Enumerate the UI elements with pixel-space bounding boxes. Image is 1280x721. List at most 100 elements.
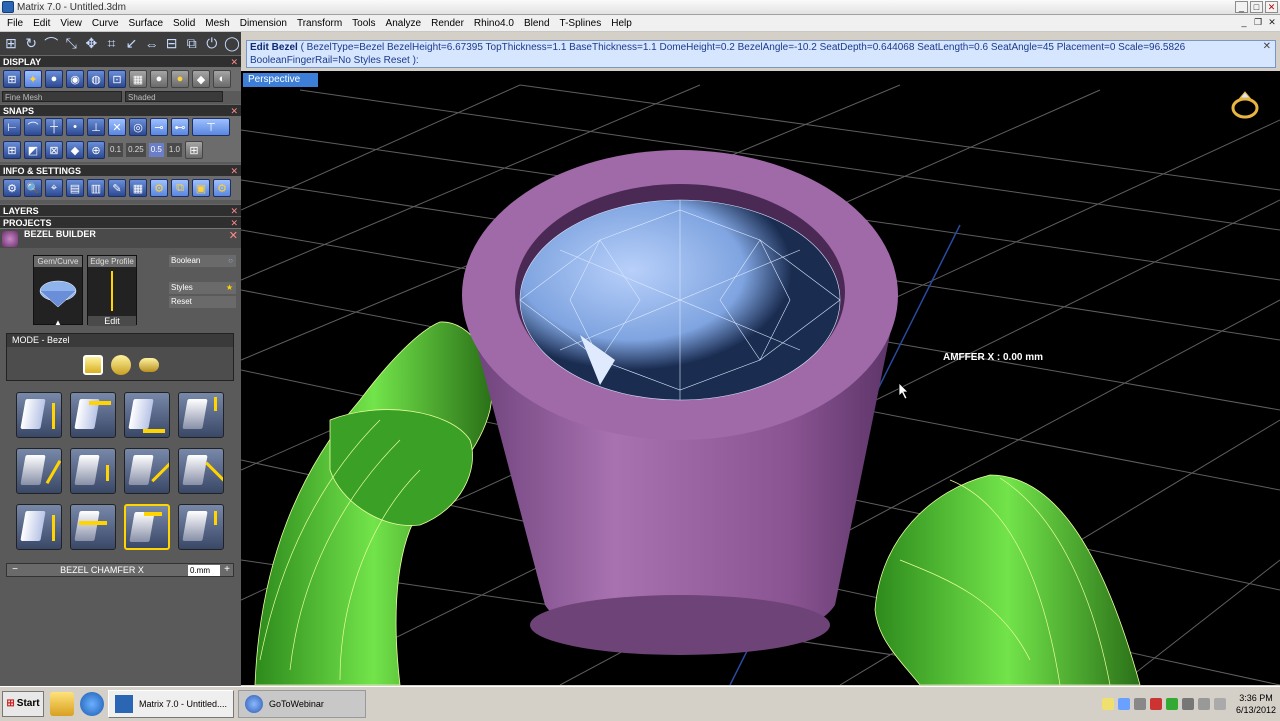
diamond-icon[interactable]: ◆ bbox=[192, 70, 210, 88]
close-icon[interactable]: ✕ bbox=[230, 165, 238, 177]
ring-navigator-icon[interactable] bbox=[1228, 88, 1262, 122]
snap-perp-icon[interactable]: ◎ bbox=[129, 118, 147, 136]
bezel-chamfer-tool[interactable] bbox=[124, 504, 170, 550]
styles-option[interactable]: Styles ★ bbox=[169, 282, 236, 294]
grid-icon[interactable]: ⊞ bbox=[3, 141, 21, 159]
measure-icon[interactable]: ⌖ bbox=[45, 179, 63, 197]
search-icon[interactable]: 🔍 bbox=[24, 179, 42, 197]
ruler-icon[interactable]: ▦ bbox=[129, 179, 147, 197]
chamfer-y-tool[interactable] bbox=[178, 504, 224, 550]
tray-s-icon[interactable] bbox=[1149, 698, 1162, 710]
minimize-button[interactable]: _ bbox=[1235, 1, 1248, 13]
snap-tan-icon[interactable]: ⊸ bbox=[150, 118, 168, 136]
gem-curve-thumb[interactable]: Gem/Curve ▲ bbox=[33, 255, 83, 327]
folder-icon[interactable] bbox=[50, 691, 74, 716]
tools-icon[interactable]: ⚙ bbox=[150, 179, 168, 197]
menu-help[interactable]: Help bbox=[606, 18, 637, 29]
placement-tool[interactable] bbox=[16, 504, 62, 550]
sphere-icon[interactable]: ● bbox=[45, 70, 63, 88]
tray-note-icon[interactable] bbox=[1101, 698, 1114, 710]
decrease-button[interactable]: − bbox=[9, 564, 21, 575]
close-icon[interactable]: ✕ bbox=[230, 105, 238, 117]
close-button[interactable]: ✕ bbox=[1265, 1, 1278, 13]
tray-device-icon[interactable] bbox=[1133, 698, 1146, 710]
move-icon[interactable]: ✥ bbox=[82, 34, 100, 54]
task-gotowebinar[interactable]: GoToWebinar bbox=[238, 689, 367, 718]
command-prompt[interactable]: Edit Bezel ( BezelType=Bezel BezelHeight… bbox=[246, 40, 1276, 68]
grid-toggle-icon[interactable]: ⊞ bbox=[184, 141, 203, 159]
mdi-close-button[interactable]: ✕ bbox=[1266, 17, 1278, 29]
mdi-restore-button[interactable]: ❐ bbox=[1252, 17, 1264, 29]
reset-option[interactable]: Reset bbox=[169, 296, 236, 308]
snap-cen-icon[interactable]: ⊥ bbox=[87, 118, 105, 136]
display-header[interactable]: DISPLAY ✕ bbox=[0, 55, 241, 67]
maximize-button[interactable]: □ bbox=[1250, 1, 1263, 13]
start-button[interactable]: ⊞ Start bbox=[2, 690, 44, 717]
task-matrix[interactable]: Matrix 7.0 - Untitled.... bbox=[108, 689, 235, 718]
snap-near-icon[interactable]: ⌒ bbox=[24, 118, 42, 136]
menu-surface[interactable]: Surface bbox=[124, 18, 168, 29]
mode-bezel-button[interactable] bbox=[83, 355, 103, 375]
tray-snow-icon[interactable] bbox=[1117, 698, 1130, 710]
viewport-title[interactable]: Perspective bbox=[243, 73, 318, 87]
align-icon[interactable]: ⊟ bbox=[163, 34, 181, 54]
menu-solid[interactable]: Solid bbox=[168, 18, 200, 29]
close-icon[interactable]: ✕ bbox=[230, 56, 238, 68]
snap-value-0-1[interactable]: 0.1 bbox=[108, 143, 124, 157]
snap-knot-icon[interactable]: ⊤ bbox=[192, 118, 230, 136]
dome-height-tool[interactable] bbox=[178, 392, 224, 438]
export-icon[interactable]: ⧉ bbox=[171, 179, 189, 197]
ortho-icon[interactable]: ⊠ bbox=[45, 141, 63, 159]
tray-shield-icon[interactable] bbox=[1165, 698, 1178, 710]
menu-analyze[interactable]: Analyze bbox=[381, 18, 427, 29]
mode-tube-button[interactable] bbox=[111, 355, 131, 375]
power-icon[interactable]: ⏻ bbox=[203, 34, 221, 54]
ghost-icon[interactable]: ⊡ bbox=[108, 70, 126, 88]
render-icon[interactable]: ◉ bbox=[66, 70, 84, 88]
scale-tool[interactable] bbox=[70, 504, 116, 550]
layers-header[interactable]: LAYERS ✕ bbox=[0, 204, 241, 216]
tray-network-icon[interactable] bbox=[1181, 698, 1194, 710]
tray-volume-icon[interactable] bbox=[1213, 698, 1226, 710]
projects-header[interactable]: PROJECTS ✕ bbox=[0, 216, 241, 228]
menu-mesh[interactable]: Mesh bbox=[200, 18, 234, 29]
snap-grid-icon[interactable]: ⌗ bbox=[102, 34, 120, 54]
units-icon[interactable]: ▤ bbox=[66, 179, 84, 197]
options-icon[interactable]: ⚙ bbox=[213, 179, 231, 197]
boolean-option[interactable]: Boolean ○ bbox=[169, 255, 236, 267]
shade-select[interactable]: Shaded bbox=[125, 91, 223, 102]
menu-curve[interactable]: Curve bbox=[87, 18, 124, 29]
bezel-height-tool[interactable] bbox=[16, 392, 62, 438]
select-icon[interactable]: ⊞ bbox=[2, 34, 20, 54]
top-thickness-tool[interactable] bbox=[70, 392, 116, 438]
tray-usb-icon[interactable] bbox=[1197, 698, 1210, 710]
mdi-minimize-button[interactable]: _ bbox=[1238, 17, 1250, 29]
seat-angle-tool[interactable] bbox=[178, 448, 224, 494]
snap-value-0-5[interactable]: 0.5 bbox=[148, 143, 164, 157]
menu-file[interactable]: File bbox=[2, 18, 28, 29]
mesh-select[interactable]: Fine Mesh bbox=[2, 91, 122, 102]
snap-value-1-0[interactable]: 1.0 bbox=[166, 143, 182, 157]
seat-length-tool[interactable] bbox=[124, 448, 170, 494]
browser-icon[interactable] bbox=[80, 691, 104, 716]
menu-rhino[interactable]: Rhino4.0 bbox=[469, 18, 519, 29]
edit-profile-button[interactable]: Edit bbox=[88, 316, 136, 326]
base-thickness-tool[interactable] bbox=[124, 392, 170, 438]
increase-button[interactable]: + bbox=[221, 564, 233, 575]
clock[interactable]: 3:36 PM 6/13/2012 bbox=[1236, 692, 1276, 716]
chamfer-value-input[interactable]: 0.mm bbox=[188, 565, 220, 576]
bezel-angle-tool[interactable] bbox=[16, 448, 62, 494]
circle-icon[interactable]: ◯ bbox=[223, 34, 241, 54]
pen-icon[interactable]: ✎ bbox=[108, 179, 126, 197]
menu-edit[interactable]: Edit bbox=[28, 18, 55, 29]
menu-view[interactable]: View bbox=[55, 18, 87, 29]
menu-blend[interactable]: Blend bbox=[519, 18, 555, 29]
close-icon[interactable]: ✕ bbox=[229, 229, 238, 242]
perspective-viewport[interactable] bbox=[241, 71, 1280, 685]
cplane-icon[interactable]: ◩ bbox=[24, 141, 42, 159]
snap-int-icon[interactable]: ✕ bbox=[108, 118, 126, 136]
snap-value-0-25[interactable]: 0.25 bbox=[126, 143, 146, 157]
planar-icon[interactable]: ◆ bbox=[66, 141, 84, 159]
notes-icon[interactable]: ▥ bbox=[87, 179, 105, 197]
close-icon[interactable]: ✕ bbox=[1263, 41, 1271, 52]
